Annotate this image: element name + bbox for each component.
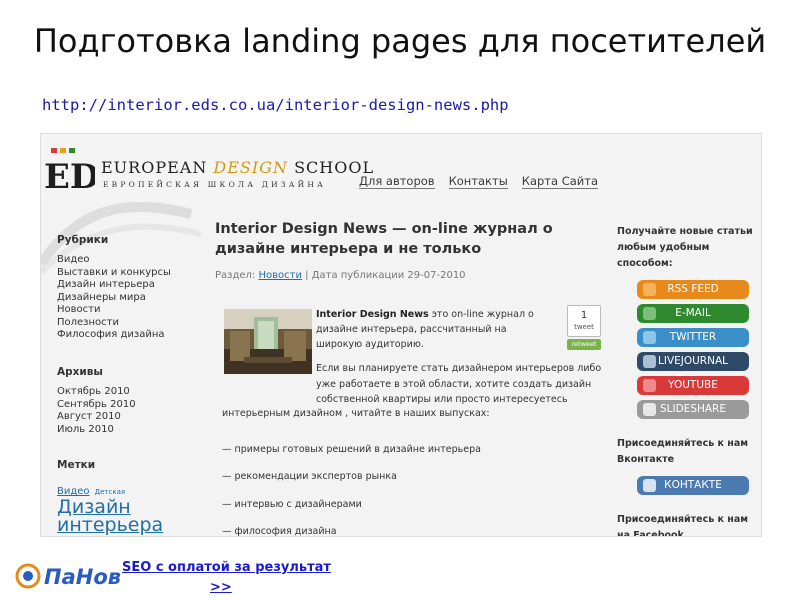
article-paragraph-end: интерьерным дизайном , читайте в наших в…	[222, 408, 490, 419]
site-name: EUROPEAN DESIGN SCHOOL	[101, 158, 374, 177]
rubric-link[interactable]: Полезности	[57, 317, 203, 330]
vk-label: КОНТАКТЕ	[664, 479, 722, 491]
livejournal-button[interactable]: LIVEJOURNAL	[637, 352, 749, 371]
twitter-button[interactable]: TWITTER	[637, 328, 749, 347]
archives-title: Архивы	[57, 366, 103, 378]
subscribe-text: Получайте новые статьи любым удобным спо…	[617, 226, 753, 269]
email-label: E-MAIL	[675, 307, 711, 319]
panov-logo-icon[interactable]: ПаНов	[12, 556, 122, 596]
twitter-icon	[643, 331, 656, 344]
archive-link[interactable]: Август 2010	[57, 411, 203, 424]
nav-contacts[interactable]: Контакты	[448, 174, 508, 189]
rubric-link[interactable]: Новости	[57, 304, 203, 317]
article-bullet: — философия дизайна	[222, 526, 337, 537]
slide-title: Подготовка landing pages для посетителей	[33, 22, 767, 60]
nav-sitemap[interactable]: Карта Сайта	[521, 174, 599, 189]
article-bullet: — примеры готовых решений в дизайне инте…	[222, 444, 481, 455]
right-sidebar: Получайте новые статьи любым удобным спо…	[617, 224, 761, 536]
website-screenshot: EDS EUROPEAN DESIGN SCHOOL ЕВРОПЕЙСКАЯ Ш…	[40, 133, 762, 537]
rss-icon	[643, 283, 656, 296]
site-subtitle: ЕВРОПЕЙСКАЯ ШКОЛА ДИЗАЙНА	[103, 180, 326, 189]
rubric-link[interactable]: Дизайн интерьера	[57, 279, 203, 292]
logo-letters: EDS	[44, 157, 95, 196]
nav-for-authors[interactable]: Для авторов	[359, 174, 435, 189]
top-nav: Для авторов Контакты Карта Сайта	[359, 174, 599, 189]
email-button[interactable]: E-MAIL	[637, 304, 749, 323]
tags-title: Метки	[57, 459, 96, 471]
email-icon	[643, 307, 656, 320]
site-name-prefix: EUROPEAN	[101, 158, 214, 177]
rss-feed-button[interactable]: RSS FEED	[637, 280, 749, 299]
left-sidebar: Рубрики Видео Выставки и конкурсы Дизайн…	[41, 214, 209, 536]
youtube-label: YOUTUBE	[668, 379, 718, 391]
page-url-link[interactable]: http://interior.eds.co.ua/interior-desig…	[42, 96, 509, 114]
slideshare-icon	[643, 403, 656, 416]
article-bullet: — интервью с дизайнерами	[222, 499, 362, 510]
footer-brand: ПаНов	[44, 565, 121, 589]
intro-bold: Interior Design News	[316, 309, 429, 320]
tweet-count: 1	[580, 310, 588, 321]
rubric-link[interactable]: Философия дизайна	[57, 329, 203, 342]
rubric-link[interactable]: Выставки и конкурсы	[57, 267, 203, 280]
tag-interior-design[interactable]: Дизайн интерьера	[57, 498, 203, 536]
rubric-link[interactable]: Видео	[57, 254, 203, 267]
retweet-button[interactable]: retweet	[567, 339, 601, 350]
vk-text: Присоединяйтесь к нам Вконтакте	[617, 438, 749, 465]
rubric-link[interactable]: Дизайнеры мира	[57, 292, 203, 305]
meta-date: | Дата публикации 29-07-2010	[301, 270, 466, 281]
article-title: Interior Design News — on-line журнал о …	[215, 221, 553, 257]
site-name-design: DESIGN	[213, 158, 288, 177]
vk-icon	[643, 479, 656, 492]
tweet-label: tweet	[574, 323, 594, 331]
seo-link[interactable]: SEO с оплатой за результат	[122, 560, 331, 575]
archive-link[interactable]: Сентябрь 2010	[57, 399, 203, 412]
site-header: EDS EUROPEAN DESIGN SCHOOL ЕВРОПЕЙСКАЯ Ш…	[41, 134, 761, 202]
article-paragraph: Если вы планируете стать дизайнером инте…	[316, 363, 602, 405]
tag-kids[interactable]: Детская	[95, 488, 125, 496]
tags-block: Метки Видео Детская Дизайн интерьера	[57, 459, 203, 536]
archive-link[interactable]: Октябрь 2010	[57, 386, 203, 399]
youtube-button[interactable]: YOUTUBE	[637, 376, 749, 395]
livejournal-icon	[643, 355, 656, 368]
meta-section-link[interactable]: Новости	[258, 270, 301, 281]
tag-big-line-2: интерьера	[57, 514, 164, 536]
facebook-text: Присоединяйтесь к нам на Facebook	[617, 514, 749, 537]
tweet-counter[interactable]: 1 tweet	[567, 305, 601, 337]
seo-link-arrows[interactable]: >>	[210, 580, 232, 595]
twitter-label: TWITTER	[669, 331, 717, 343]
vk-button[interactable]: КОНТАКТЕ	[637, 476, 749, 495]
youtube-icon	[643, 379, 656, 392]
archive-link[interactable]: Июль 2010	[57, 424, 203, 437]
meta-prefix: Раздел:	[215, 270, 259, 281]
rubrics-block: Рубрики Видео Выставки и конкурсы Дизайн…	[57, 234, 203, 342]
archives-block: Архивы Октябрь 2010 Сентябрь 2010 Август…	[57, 366, 203, 436]
article-image	[224, 309, 312, 374]
article-meta: Раздел: Новости | Дата публикации 29-07-…	[215, 270, 607, 281]
rubrics-title: Рубрики	[57, 234, 109, 246]
eds-logo-icon[interactable]: EDS	[43, 146, 95, 196]
slideshare-button[interactable]: SLIDESHARE	[637, 400, 749, 419]
slideshare-label: SLIDESHARE	[659, 403, 726, 415]
livejournal-label: LIVEJOURNAL	[658, 355, 728, 367]
rss-label: RSS FEED	[667, 283, 719, 295]
article: Interior Design News — on-line журнал о …	[215, 219, 607, 536]
article-intro: Interior Design News это on-line журнал …	[316, 307, 552, 352]
article-bullet: — рекомендации экспертов рынка	[222, 471, 397, 482]
